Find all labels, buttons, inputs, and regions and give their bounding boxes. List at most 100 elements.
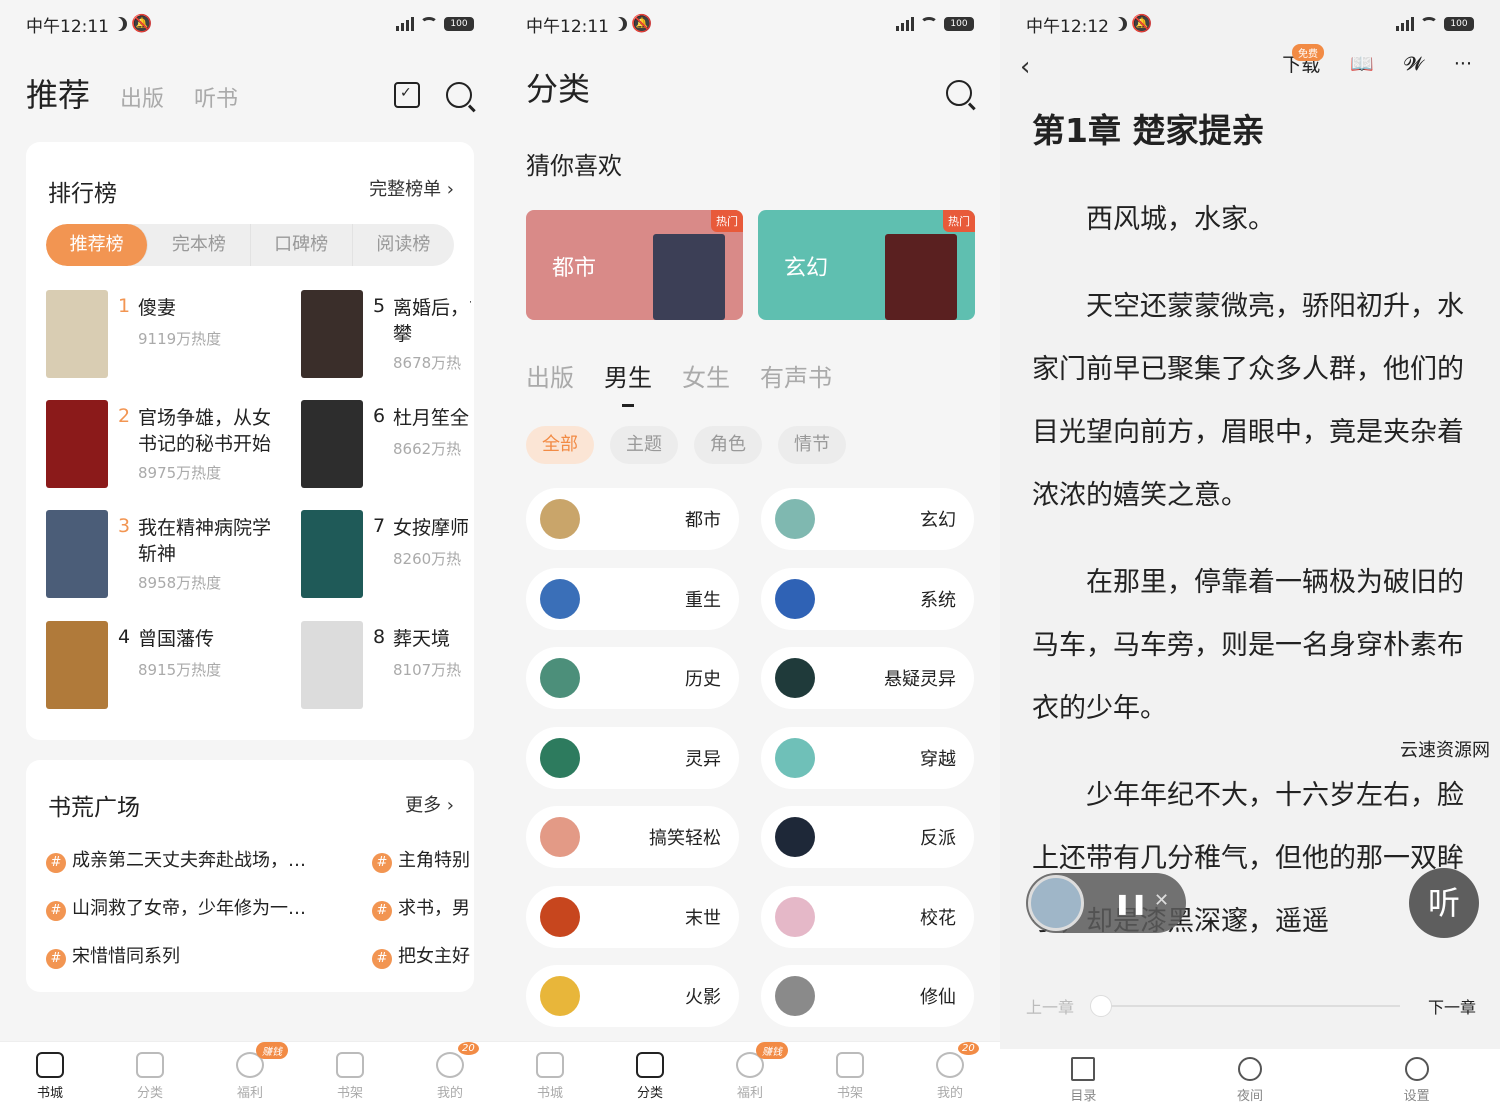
tab-bookstore[interactable]: 书城 bbox=[510, 1052, 590, 1101]
back-chevron-icon[interactable]: ‹ bbox=[1020, 52, 1030, 82]
genre-item[interactable]: 修仙 bbox=[761, 965, 974, 1027]
status-bar: 中午12:11 🔕 100 bbox=[26, 12, 474, 37]
moon-icon bbox=[1113, 17, 1127, 31]
watermark: 云速资源网 bbox=[1400, 740, 1490, 761]
ranked-book[interactable]: 4 曾国藩传 8915万热度 bbox=[46, 621, 266, 711]
more-icon[interactable]: ··· bbox=[1454, 53, 1472, 75]
genre-item[interactable]: 系统 bbox=[761, 567, 974, 630]
progress-track[interactable] bbox=[1102, 1005, 1400, 1007]
battery-icon: 100 bbox=[444, 17, 474, 31]
ranking-segment: 推荐榜 完本榜 口碑榜 阅读榜 bbox=[46, 224, 454, 266]
heat-count: 8915万热度 bbox=[138, 661, 222, 679]
genre-item[interactable]: 火影 bbox=[526, 965, 739, 1027]
ranked-book[interactable]: 6 杜月笙全 8662万热 bbox=[301, 400, 471, 490]
clock: 中午12:12 bbox=[1026, 16, 1109, 37]
tab-mine[interactable]: 我的 20 bbox=[910, 1042, 990, 1101]
bell-off-icon: 🔕 bbox=[1131, 14, 1153, 34]
ranked-book[interactable]: 1 傻妻 9119万热度 bbox=[46, 290, 266, 380]
tab-category[interactable]: 分类 bbox=[110, 1052, 190, 1101]
ranked-book[interactable]: 3 我在精神病院学斩神 8958万热度 bbox=[46, 510, 271, 600]
settings-button[interactable]: 设置 bbox=[1377, 1056, 1457, 1104]
tab-male[interactable]: 男生 bbox=[604, 358, 652, 407]
progress-knob[interactable] bbox=[1090, 995, 1112, 1017]
tab-audio[interactable]: 有声书 bbox=[760, 358, 832, 393]
chip-all[interactable]: 全部 bbox=[526, 426, 594, 464]
tab-bookstore[interactable]: 书城 bbox=[10, 1052, 90, 1101]
clock: 中午12:11 bbox=[526, 16, 609, 37]
signal-icon bbox=[1396, 17, 1414, 31]
tab-category[interactable]: 分类 bbox=[610, 1052, 690, 1101]
chapter-progress: 上一章 下一章 bbox=[1026, 992, 1476, 1022]
heat-count: 9119万热度 bbox=[138, 330, 222, 348]
album-disc bbox=[1028, 875, 1084, 931]
plaza-tag[interactable]: # 求书，男 bbox=[372, 894, 472, 921]
search-icon[interactable] bbox=[446, 82, 472, 108]
search-icon[interactable] bbox=[946, 80, 972, 106]
full-ranking-link[interactable]: 完整榜单 › bbox=[369, 175, 454, 201]
earn-badge: 赚钱 bbox=[256, 1042, 288, 1059]
ranked-book[interactable]: 2 官场争雄，从女书记的秘书开始 8975万热度 bbox=[46, 400, 271, 490]
genre-item[interactable]: 玄幻 bbox=[761, 488, 974, 550]
gear-icon bbox=[1404, 1056, 1429, 1081]
paragraph: 天空还蒙蒙微亮，骄阳初升，水家门前早已聚集了众多人群，他们的目光望向前方，眉眼中… bbox=[1032, 291, 1464, 511]
tab-recommend[interactable]: 推荐 bbox=[26, 70, 90, 116]
ai-voice-icon[interactable]: 𝓦 bbox=[1404, 53, 1424, 75]
tab-welfare[interactable]: 福利 赚钱 bbox=[710, 1042, 790, 1101]
next-chapter-button[interactable]: 下一章 bbox=[1428, 994, 1476, 1018]
tab-bookshelf[interactable]: 书架 bbox=[310, 1052, 390, 1101]
chip-plot[interactable]: 情节 bbox=[778, 426, 846, 464]
hot-card-fantasy[interactable]: 玄幻 热门 bbox=[758, 210, 975, 320]
tab-mine[interactable]: 我的 20 bbox=[410, 1042, 490, 1101]
rank-number: 5 bbox=[373, 295, 386, 317]
plaza-tag[interactable]: # 宋惜惜同系列 bbox=[46, 942, 336, 969]
ranked-book[interactable]: 7 女按摩师 8260万热 bbox=[301, 510, 471, 600]
genre-item[interactable]: 悬疑灵异 bbox=[761, 647, 974, 709]
plaza-tag[interactable]: # 把女主好 bbox=[372, 942, 472, 969]
book-title: 杜月笙全 bbox=[393, 407, 470, 429]
tab-publish[interactable]: 出版 bbox=[526, 358, 574, 393]
hot-card-city[interactable]: 都市 热门 bbox=[526, 210, 743, 320]
pause-icon[interactable]: ❚❚ bbox=[1114, 891, 1148, 915]
seg-reputation[interactable]: 口碑榜 bbox=[251, 224, 353, 266]
seg-reading[interactable]: 阅读榜 bbox=[353, 224, 454, 266]
bell-off-icon: 🔕 bbox=[631, 14, 653, 34]
wifi-icon bbox=[920, 17, 938, 31]
genre-item[interactable]: 反派 bbox=[761, 806, 974, 868]
genre-item[interactable]: 穿越 bbox=[761, 726, 974, 789]
tab-audiobook[interactable]: 听书 bbox=[194, 81, 238, 113]
genre-item[interactable]: 历史 bbox=[526, 647, 739, 709]
genre-label: 都市 bbox=[685, 510, 721, 531]
genre-item[interactable]: 末世 bbox=[526, 885, 739, 948]
calendar-checkin-icon[interactable] bbox=[394, 82, 420, 108]
prev-chapter-button[interactable]: 上一章 bbox=[1026, 994, 1074, 1018]
tab-bookshelf[interactable]: 书架 bbox=[810, 1052, 890, 1101]
plaza-tag[interactable]: # 主角特别 bbox=[372, 846, 472, 873]
grid-icon bbox=[136, 1052, 164, 1078]
genre-icon bbox=[775, 578, 815, 619]
tab-female[interactable]: 女生 bbox=[682, 358, 730, 393]
genre-item[interactable]: 重生 bbox=[526, 567, 739, 630]
free-badge: 免费 bbox=[1292, 44, 1324, 61]
tab-welfare[interactable]: 福利 赚钱 bbox=[210, 1042, 290, 1101]
genre-item[interactable]: 都市 bbox=[526, 488, 739, 550]
chip-role[interactable]: 角色 bbox=[694, 426, 762, 464]
book-title: 葬天境 bbox=[393, 628, 451, 650]
toc-button[interactable]: 目录 bbox=[1043, 1056, 1123, 1104]
ranked-book[interactable]: 5 离婚后，前妻高攀 8678万热 bbox=[301, 290, 471, 380]
seg-complete[interactable]: 完本榜 bbox=[148, 224, 251, 266]
add-bookshelf-icon[interactable]: 📖 bbox=[1350, 52, 1374, 75]
plaza-tag[interactable]: # 成亲第二天丈夫奔赴战场，… bbox=[46, 846, 336, 873]
night-mode-button[interactable]: 夜间 bbox=[1210, 1056, 1290, 1104]
close-icon[interactable]: ✕ bbox=[1154, 890, 1169, 911]
tab-publish[interactable]: 出版 bbox=[120, 81, 164, 113]
genre-item[interactable]: 灵异 bbox=[526, 726, 739, 789]
seg-recommend[interactable]: 推荐榜 bbox=[46, 224, 149, 266]
ranked-book[interactable]: 8 葬天境 8107万热 bbox=[301, 621, 471, 711]
plaza-more-link[interactable]: 更多 › bbox=[405, 791, 454, 817]
genre-item[interactable]: 搞笑轻松 bbox=[526, 806, 739, 868]
plaza-tag[interactable]: # 山洞救了女帝，少年修为一… bbox=[46, 894, 336, 921]
book-cover bbox=[885, 234, 957, 320]
genre-item[interactable]: 校花 bbox=[761, 885, 974, 948]
listen-button[interactable]: 听 bbox=[1409, 868, 1479, 938]
chip-theme[interactable]: 主题 bbox=[610, 426, 678, 464]
